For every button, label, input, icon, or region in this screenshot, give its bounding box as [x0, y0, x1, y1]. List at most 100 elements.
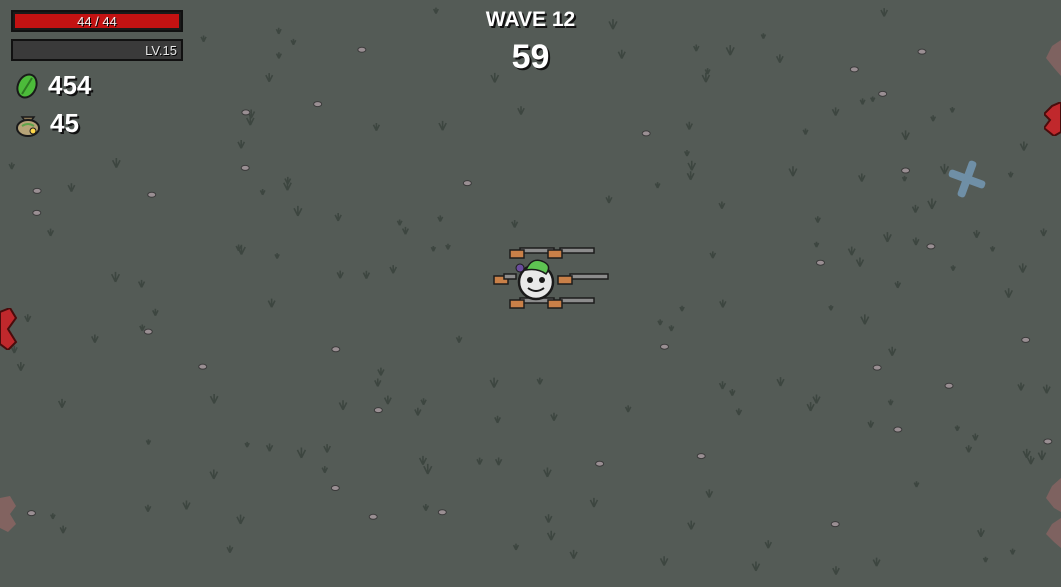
grass-tuft	[91, 334, 99, 343]
grass-tuft	[111, 158, 121, 168]
mushroom	[901, 167, 911, 174]
mushroom	[595, 460, 605, 467]
bag-count: 45	[50, 108, 79, 138]
grass-tuft	[654, 182, 661, 189]
mushroom	[198, 363, 208, 370]
grass-tuft	[965, 445, 973, 453]
grass-tuft	[237, 140, 246, 149]
grass-tuft	[511, 220, 519, 228]
grass-tuft	[152, 308, 159, 316]
grass-tuft	[859, 98, 866, 105]
grass-tuft	[544, 514, 553, 523]
grass-tuft	[683, 149, 691, 157]
grass-tuft	[735, 408, 743, 416]
grass-tuft	[687, 520, 696, 530]
mushroom	[815, 259, 825, 266]
grass-tuft	[657, 319, 664, 326]
wave-timer: 59	[511, 38, 550, 76]
blue-cross-mark	[948, 160, 986, 198]
grass-tuft	[374, 378, 382, 387]
grass-tuft	[901, 175, 908, 182]
grass-tuft	[244, 441, 250, 448]
grass-tuft	[729, 389, 736, 396]
mushroom	[659, 343, 669, 350]
grass-tuft	[47, 228, 55, 237]
mushroom	[331, 346, 341, 353]
grass-tuft	[1007, 171, 1014, 178]
grass-tuft	[687, 160, 697, 171]
grass-tuft	[1026, 455, 1035, 465]
grass-tuft	[659, 556, 669, 566]
grass-tuft	[718, 381, 727, 390]
grass-tuft	[396, 219, 403, 226]
grass-tuft	[977, 528, 985, 538]
grass-tuft	[24, 314, 32, 323]
mushroom	[147, 191, 157, 198]
game-arena: 44 / 44 LV.15 454 45 WAVE 12 59	[0, 0, 1061, 587]
mushroom	[1043, 438, 1053, 445]
grass-tuft	[913, 481, 920, 488]
grass-tuft	[686, 171, 695, 181]
grass-tuft	[550, 412, 558, 422]
grass-tuft	[589, 497, 599, 508]
grass-tuft	[828, 305, 834, 311]
grass-tuft	[882, 232, 892, 243]
grass-tuft	[927, 198, 937, 210]
grass-tuft	[445, 243, 451, 250]
grass-tuft	[293, 205, 303, 217]
grass-tuft	[455, 335, 463, 343]
grass-tuft	[67, 183, 76, 193]
grass-tuft	[383, 395, 392, 405]
grass-tuft	[489, 377, 499, 388]
grass-tuft	[139, 324, 146, 332]
grass-tuft	[972, 230, 981, 239]
mushroom	[240, 164, 250, 171]
grass-tuft	[209, 469, 219, 480]
player-character	[493, 247, 609, 309]
grass-tuft	[930, 115, 937, 122]
grass-tuft	[949, 107, 956, 113]
grass-tuft	[832, 566, 840, 575]
grass-tuft	[858, 173, 866, 182]
mushroom	[241, 109, 251, 116]
grass-tuft	[437, 215, 444, 222]
grass-tuft	[719, 299, 727, 308]
grass-tuft	[438, 120, 447, 131]
mushroom	[373, 407, 383, 414]
grass-tuft	[430, 245, 437, 252]
grass-tuft	[226, 545, 234, 554]
mushroom	[926, 243, 936, 250]
grass-tuft	[536, 377, 544, 385]
grass-tuft	[831, 107, 840, 116]
grass-tuft	[110, 271, 121, 283]
grass-tuft	[8, 162, 16, 170]
mushroom	[368, 513, 378, 520]
grass-tuft	[813, 241, 820, 248]
grass-tuft	[423, 463, 433, 475]
grass-tuft	[418, 455, 428, 466]
grass-tuft	[668, 325, 675, 332]
grass-tuft	[377, 367, 385, 376]
grass-tuft	[265, 443, 274, 452]
mushroom	[830, 521, 840, 528]
mushroom	[330, 485, 340, 492]
grass-tuft	[414, 407, 422, 416]
grass-tuft	[1018, 263, 1027, 273]
grass-tuft	[718, 201, 726, 210]
grass-tuft	[812, 394, 821, 404]
enemy-faded-right-bottom	[1046, 478, 1061, 548]
grass-tuft	[751, 561, 761, 572]
mushroom	[462, 180, 472, 187]
mushroom	[32, 209, 42, 216]
grass-tuft	[569, 549, 578, 560]
mushroom	[437, 509, 447, 516]
grass-tuft	[870, 96, 876, 103]
mushroom	[878, 90, 888, 97]
grass-tuft	[334, 213, 342, 222]
grass-tuft	[605, 195, 613, 204]
enemy-red-right	[1044, 102, 1061, 136]
grass-tuft	[512, 543, 520, 551]
wave-title: WAVE 12	[485, 8, 576, 31]
grass-tuft	[901, 130, 910, 141]
grass-tuft	[624, 405, 632, 413]
